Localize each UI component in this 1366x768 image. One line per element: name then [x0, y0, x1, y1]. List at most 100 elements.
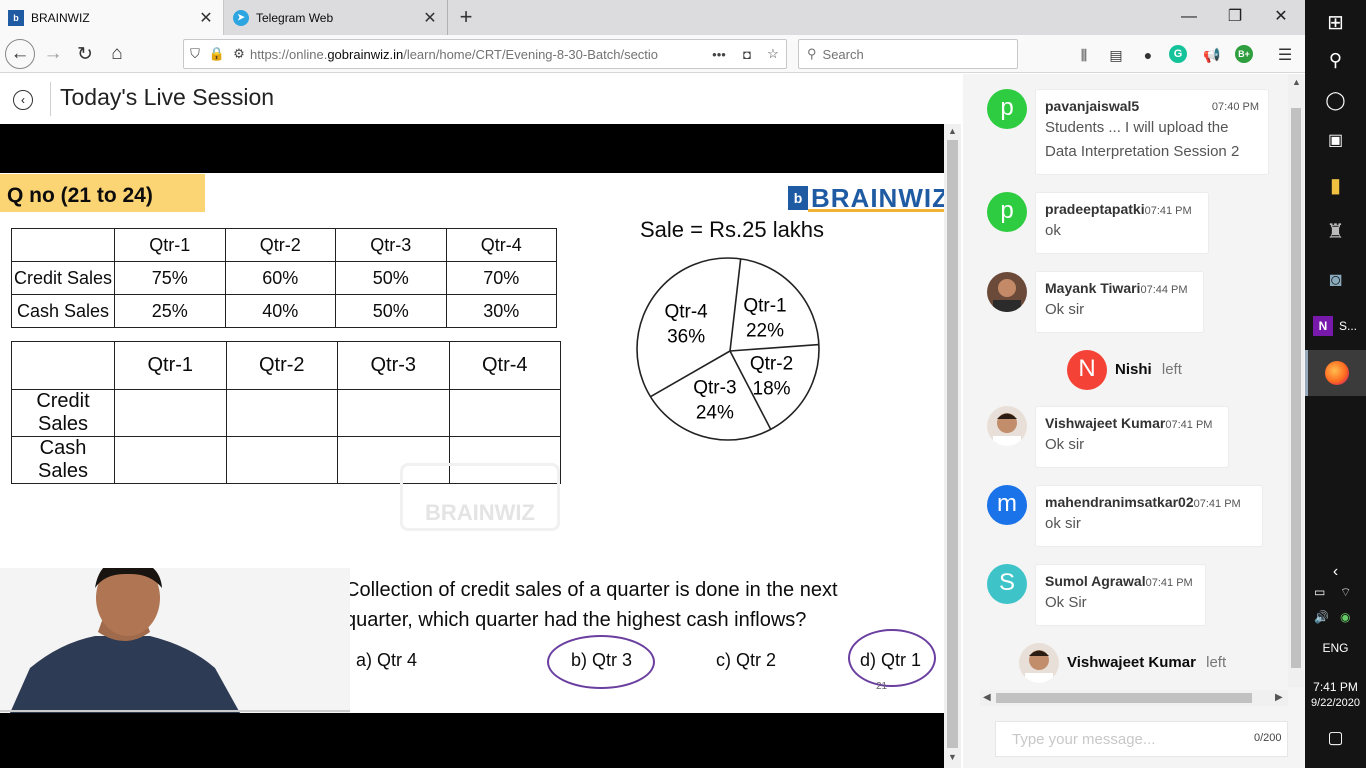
extension-b-icon[interactable]: B+ — [1235, 45, 1253, 63]
clock-date[interactable]: 9/22/2020 — [1305, 697, 1366, 709]
search-input[interactable]: ⚲ Search — [798, 39, 1018, 69]
video-scrollbar[interactable]: ▲ ▼ — [944, 124, 961, 768]
home-button[interactable]: ⌂ — [102, 40, 132, 68]
back-button[interactable]: ← — [5, 39, 35, 69]
camera-icon[interactable]: ◙ — [1305, 258, 1366, 302]
brainwiz-favicon-icon: b — [8, 9, 24, 26]
table-cell — [337, 389, 450, 437]
message-text: Students ... I will upload the Data Inte… — [1045, 119, 1240, 160]
pie-value-qtr-1: 22% — [746, 320, 784, 341]
slide: Q no (21 to 24) b BRAINWIZ Qtr-1 Qtr-2 Q… — [0, 173, 944, 713]
table-header: Qtr-2 — [224, 228, 336, 262]
table-cell: 30% — [445, 294, 557, 328]
back-arrow-icon[interactable]: ‹ — [13, 90, 33, 110]
page-header: ‹ Today's Live Session — [0, 74, 963, 124]
chat-scrollbar[interactable]: ▲ — [1288, 74, 1304, 687]
notifications-icon[interactable]: ▢ — [1305, 716, 1366, 760]
avatar — [1019, 643, 1059, 683]
table-cell — [11, 341, 115, 390]
firefox-app[interactable] — [1305, 350, 1366, 396]
row-label: Credit Sales — [11, 261, 115, 295]
tab-brainwiz[interactable]: b BRAINWIZ ✕ — [0, 0, 224, 35]
table-cell: 60% — [224, 261, 336, 295]
network-icon[interactable]: ◉ — [1340, 610, 1350, 624]
tab-label: Telegram Web — [256, 10, 334, 25]
close-window-button[interactable]: ✕ — [1258, 4, 1304, 30]
sender-name: pradeeptapatki — [1045, 201, 1145, 217]
pie-value-qtr-3: 24% — [696, 402, 734, 423]
firefox-icon — [1325, 361, 1349, 385]
shield-icon[interactable]: ⛉ — [184, 46, 206, 62]
left-event: Nishi left — [1115, 361, 1182, 378]
avatar: p — [987, 89, 1027, 129]
task-view-icon[interactable]: ▣ — [1305, 118, 1366, 162]
library-icon[interactable]: ⫼ — [1073, 45, 1095, 65]
menu-icon[interactable]: ☰ — [1274, 45, 1296, 65]
table-row: Cash Sales 25% 40% 50% 30% — [11, 294, 557, 328]
chat-message-input[interactable]: Type your message... — [995, 721, 1288, 757]
file-explorer-icon[interactable]: ▮ — [1305, 163, 1366, 207]
scroll-up-icon[interactable]: ▲ — [948, 126, 957, 136]
scrollbar-thumb[interactable] — [1291, 108, 1301, 668]
reload-button[interactable]: ↻ — [70, 40, 100, 68]
row-label: Cash Sales — [11, 436, 115, 484]
language-indicator[interactable]: ENG — [1305, 641, 1366, 655]
table-header: Qtr-4 — [448, 341, 561, 390]
chat-message: pradeeptapatki07:41 PM ok — [1035, 192, 1209, 254]
grammarly-icon[interactable]: G — [1169, 45, 1187, 63]
restore-button[interactable]: ❐ — [1212, 4, 1258, 30]
permissions-icon[interactable]: ⚙ — [228, 46, 250, 62]
scroll-left-icon[interactable]: ◀ — [983, 692, 991, 703]
tab-telegram[interactable]: ➤ Telegram Web ✕ — [225, 0, 448, 35]
scrollbar-thumb[interactable] — [996, 693, 1252, 703]
account-icon[interactable]: ● — [1137, 45, 1159, 65]
sidebar-icon[interactable]: ▤ — [1105, 45, 1127, 65]
onenote-app[interactable]: N S... — [1305, 304, 1366, 348]
table-header: Qtr-3 — [337, 341, 450, 390]
scroll-up-icon[interactable]: ▲ — [1292, 77, 1301, 87]
left-event: Vishwajeet Kumar left — [1067, 654, 1226, 671]
avatar — [987, 272, 1027, 312]
table-cell: 40% — [224, 294, 336, 328]
cortana-icon[interactable]: ◯ — [1305, 78, 1366, 122]
close-tab-icon[interactable]: ✕ — [197, 8, 215, 28]
table-cell — [225, 389, 338, 437]
table-row: Credit Sales 75% 60% 50% 70% — [11, 261, 557, 295]
page-actions-icon[interactable]: ••• — [704, 47, 734, 62]
event-name: Nishi — [1115, 361, 1152, 378]
option-c: c) Qtr 2 — [716, 650, 777, 670]
avatar: N — [1067, 350, 1107, 390]
scrollbar-thumb[interactable] — [947, 140, 958, 748]
clock-time[interactable]: 7:41 PM — [1305, 680, 1366, 694]
recorder-icon[interactable]: ♜ — [1305, 209, 1366, 253]
header-divider — [50, 82, 51, 116]
live-video-player[interactable]: Q no (21 to 24) b BRAINWIZ Qtr-1 Qtr-2 Q… — [0, 124, 944, 768]
search-icon[interactable]: ⚲ — [1305, 38, 1366, 82]
message-time: 07:41 PM — [1193, 498, 1241, 510]
table-cell — [448, 389, 561, 437]
event-action: left — [1161, 361, 1182, 378]
presenter-webcam — [0, 568, 350, 713]
forward-button[interactable]: → — [38, 40, 68, 68]
lock-icon[interactable]: 🔒 — [206, 46, 228, 62]
bookmark-star-icon[interactable]: ☆ — [760, 46, 786, 62]
megaphone-icon[interactable]: 📢 — [1201, 45, 1223, 65]
battery-icon[interactable]: ▭ — [1314, 585, 1325, 599]
scroll-down-icon[interactable]: ▼ — [948, 752, 957, 762]
chat-message: Vishwajeet Kumar07:41 PM Ok sir — [1035, 406, 1229, 468]
wifi-icon[interactable]: ⌔ — [1340, 585, 1351, 600]
url-text[interactable]: https://online.gobrainwiz.in/learn/home/… — [250, 47, 704, 62]
close-tab-icon[interactable]: ✕ — [421, 8, 439, 28]
avatar: p — [987, 192, 1027, 232]
chat-message: Mayank Tiwari07:44 PM Ok sir — [1035, 271, 1204, 333]
event-name: Vishwajeet Kumar — [1067, 654, 1196, 671]
minimize-button[interactable]: — — [1166, 4, 1212, 30]
volume-icon[interactable]: 🔊 — [1314, 610, 1329, 624]
pocket-icon[interactable]: ◘ — [734, 47, 760, 62]
url-bar[interactable]: ⛉ 🔒 ⚙ https://online.gobrainwiz.in/learn… — [183, 39, 787, 69]
chat-horizontal-scrollbar[interactable]: ◀ ▶ — [980, 690, 1288, 706]
new-tab-button[interactable]: + — [452, 4, 480, 30]
scroll-right-icon[interactable]: ▶ — [1275, 692, 1283, 703]
table-row: Credit Sales — [11, 389, 561, 437]
message-text: Ok sir — [1045, 436, 1085, 453]
